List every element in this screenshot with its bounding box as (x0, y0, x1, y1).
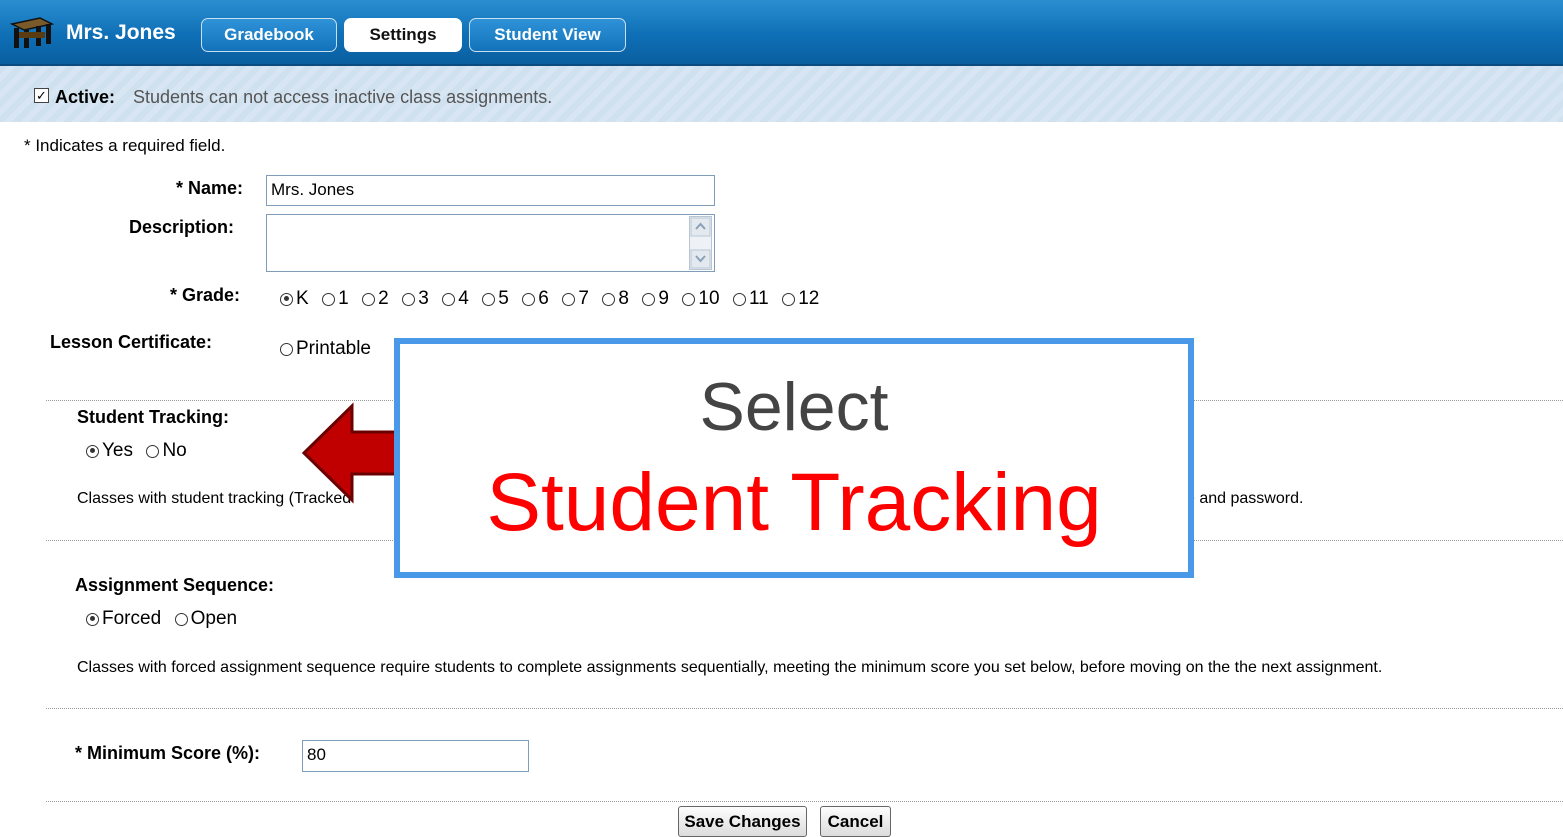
teacher-name: Mrs. Jones (66, 21, 176, 44)
sequence-option-open[interactable]: Open (174, 608, 246, 629)
grade-option-12[interactable]: 12 (782, 288, 828, 309)
description-label: Description: (129, 217, 235, 237)
active-checkbox[interactable]: ✓ (34, 88, 49, 103)
section-divider (46, 708, 1563, 709)
grade-option-7[interactable]: 7 (562, 288, 598, 309)
tracking-note-end: e and password. (1186, 490, 1304, 507)
tab-student-view[interactable]: Student View (469, 18, 626, 52)
radio-icon (733, 292, 747, 306)
grade-option-6[interactable]: 6 (522, 288, 558, 309)
radio-icon (146, 444, 160, 458)
radio-icon (86, 444, 99, 458)
cancel-button[interactable]: Cancel (820, 806, 891, 837)
callout-line-1: Select (699, 369, 889, 445)
radio-icon (280, 342, 293, 356)
student-tracking-radio-group: Yes No (86, 440, 196, 462)
tab-gradebook[interactable]: Gradebook (201, 18, 337, 52)
grade-option-9[interactable]: 9 (642, 288, 678, 309)
grade-option-k[interactable]: K (280, 288, 318, 309)
grade-option-1[interactable]: 1 (322, 288, 358, 309)
callout-box: Select Student Tracking (394, 338, 1194, 578)
radio-icon (174, 612, 188, 626)
radio-icon (362, 292, 376, 306)
minimum-score-label: * Minimum Score (%): (75, 743, 261, 763)
top-bar: Mrs. Jones Gradebook Settings Student Vi… (0, 0, 1563, 66)
section-divider (46, 801, 1563, 802)
name-label: * Name: (176, 178, 244, 198)
sequence-note: Classes with forced assignment sequence … (77, 659, 1383, 676)
student-tracking-label: Student Tracking: (77, 407, 230, 427)
radio-icon (442, 292, 456, 306)
radio-icon (402, 292, 416, 306)
grade-label: * Grade: (170, 285, 241, 305)
radio-icon (482, 292, 496, 306)
assignment-sequence-radio-group: Forced Open (86, 608, 246, 630)
radio-icon (682, 292, 696, 306)
radio-icon (322, 292, 336, 306)
grade-option-3[interactable]: 3 (402, 288, 438, 309)
tracking-option-no[interactable]: No (146, 440, 195, 461)
desk-logo-icon (10, 17, 54, 48)
tab-settings[interactable]: Settings (344, 18, 462, 52)
lesson-certificate-label: Lesson Certificate: (50, 332, 213, 352)
assignment-sequence-label: Assignment Sequence: (75, 575, 275, 595)
grade-option-8[interactable]: 8 (602, 288, 638, 309)
radio-icon (562, 292, 576, 306)
description-textarea[interactable] (266, 214, 715, 272)
description-scrollbar[interactable] (689, 216, 712, 270)
minimum-score-input[interactable]: 80 (302, 740, 529, 772)
active-note: Students can not access inactive class a… (133, 87, 553, 107)
grade-radio-group: K 1 2 3 4 5 6 7 8 9 10 11 12 (280, 288, 828, 310)
required-field-note: * Indicates a required field. (24, 136, 226, 155)
callout-line-2: Student Tracking (486, 457, 1102, 548)
save-changes-button[interactable]: Save Changes (678, 806, 807, 837)
grade-option-11[interactable]: 11 (733, 288, 778, 309)
radio-icon (782, 292, 796, 306)
radio-icon (522, 292, 536, 306)
tracking-option-yes[interactable]: Yes (86, 440, 142, 461)
radio-icon (86, 612, 99, 626)
radio-icon (642, 292, 656, 306)
grade-option-2[interactable]: 2 (362, 288, 398, 309)
radio-icon (280, 292, 293, 306)
name-input[interactable]: Mrs. Jones (266, 175, 715, 206)
certificate-option-printable[interactable]: Printable (280, 338, 380, 360)
grade-option-4[interactable]: 4 (442, 288, 478, 309)
sequence-option-forced[interactable]: Forced (86, 608, 170, 629)
active-label: Active: (55, 87, 116, 107)
grade-option-5[interactable]: 5 (482, 288, 518, 309)
radio-icon (602, 292, 616, 306)
grade-option-10[interactable]: 10 (682, 288, 728, 309)
